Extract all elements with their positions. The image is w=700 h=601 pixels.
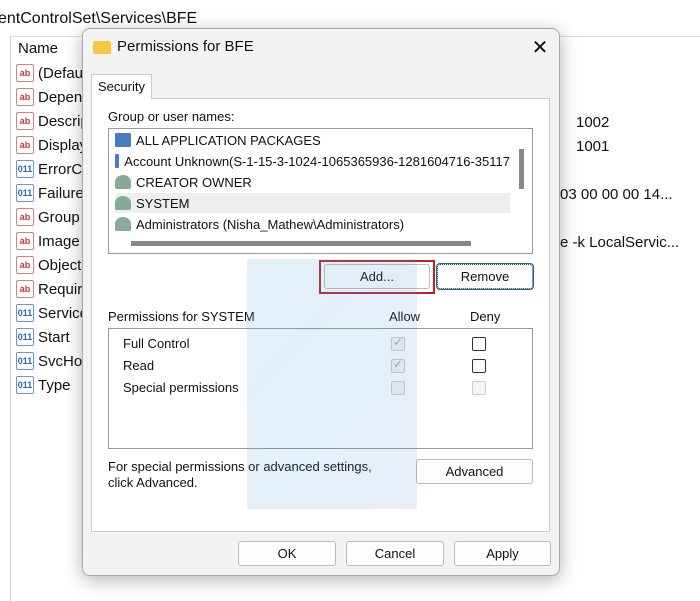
string-value-icon: ab <box>16 280 34 298</box>
user-list-item[interactable]: CREATOR OWNER <box>115 172 510 192</box>
vertical-scrollbar[interactable] <box>519 149 524 189</box>
tab-security[interactable]: Security <box>91 74 152 99</box>
app-package-icon <box>115 133 131 147</box>
registry-item[interactable]: ab Display <box>16 134 87 156</box>
registry-value: 1002 <box>576 114 610 131</box>
registry-item-name: Service <box>38 304 89 322</box>
registry-item[interactable]: ab Requir <box>16 278 82 300</box>
binary-value-icon: 011 <box>16 184 34 202</box>
user-list-item[interactable]: ALL APPLICATION PACKAGES <box>115 130 510 150</box>
permission-name: Full Control <box>123 336 190 351</box>
registry-value: 03 00 00 00 14... <box>560 186 673 203</box>
cancel-button[interactable]: Cancel <box>346 541 444 566</box>
group-label: Group or user names: <box>108 109 235 124</box>
permissions-list: Full Control Read Special permissions <box>108 328 533 449</box>
registry-item[interactable]: 011 SvcHos <box>16 350 90 372</box>
special-note: For special permissions or advanced sett… <box>108 459 372 474</box>
registry-value: 1001 <box>576 138 610 155</box>
app-package-icon <box>115 154 120 168</box>
registry-item[interactable]: ab Group <box>16 206 80 228</box>
string-value-icon: ab <box>16 64 34 82</box>
registry-item[interactable]: ab Descrip <box>16 110 89 132</box>
remove-button[interactable]: Remove <box>436 263 534 290</box>
registry-item[interactable]: 011 Service <box>16 302 88 324</box>
close-button[interactable]: ✕ <box>529 35 551 60</box>
advanced-button[interactable]: Advanced <box>416 459 533 484</box>
binary-value-icon: 011 <box>16 328 34 346</box>
user-name: CREATOR OWNER <box>136 174 252 190</box>
registry-item-name: Type <box>38 376 71 394</box>
string-value-icon: ab <box>16 232 34 250</box>
registry-item-name: Display <box>38 136 88 154</box>
folder-icon <box>93 41 111 54</box>
user-list[interactable]: ALL APPLICATION PACKAGES Account Unknown(… <box>108 128 533 254</box>
user-list-item[interactable]: Account Unknown(S-1-15-3-1024-1065365936… <box>115 151 510 171</box>
deny-checkbox[interactable] <box>472 381 486 395</box>
user-name: SYSTEM <box>136 195 190 211</box>
registry-item[interactable]: ab Depen <box>16 86 82 108</box>
registry-item[interactable]: 011 ErrorCo <box>16 158 91 180</box>
registry-item-name: Object <box>38 256 82 274</box>
user-name: ALL APPLICATION PACKAGES <box>136 132 321 148</box>
add-button[interactable]: Add... <box>324 264 430 289</box>
user-name: Administrators (Nisha_Mathew\Administrat… <box>136 216 405 232</box>
registry-item-name: Requir <box>38 280 83 298</box>
binary-value-icon: 011 <box>16 376 34 394</box>
registry-item-name: Depen <box>38 88 83 106</box>
registry-item-name: Group <box>38 208 80 226</box>
string-value-icon: ab <box>16 136 34 154</box>
registry-item-name: Failure <box>38 184 84 202</box>
registry-value: e -k LocalServic... <box>560 234 680 251</box>
dialog-title: Permissions for BFE <box>117 38 254 55</box>
ok-button[interactable]: OK <box>238 541 336 566</box>
registry-item-name: Start <box>38 328 70 346</box>
registry-item[interactable]: 011 Failure <box>16 182 84 204</box>
special-note: click Advanced. <box>108 475 198 490</box>
users-icon <box>115 217 131 231</box>
deny-checkbox[interactable] <box>472 337 486 351</box>
registry-item[interactable]: ab Object <box>16 254 81 276</box>
binary-value-icon: 011 <box>16 160 34 178</box>
deny-header: Deny <box>470 309 501 324</box>
deny-checkbox[interactable] <box>472 359 486 373</box>
registry-item-name: (Defau <box>38 64 84 82</box>
users-icon <box>115 196 131 210</box>
allow-checkbox[interactable] <box>391 381 405 395</box>
security-panel: Group or user names: ALL APPLICATION PAC… <box>91 98 550 532</box>
allow-header: Allow <box>389 309 421 324</box>
string-value-icon: ab <box>16 208 34 226</box>
name-column-header[interactable]: Name <box>18 40 58 57</box>
registry-path: entControlSet\Services\BFE <box>0 10 198 27</box>
users-icon <box>115 175 131 189</box>
string-value-icon: ab <box>16 256 34 274</box>
allow-checkbox[interactable] <box>391 335 405 351</box>
permissions-dialog: Permissions for BFE ✕ Security Group or … <box>82 28 560 576</box>
horizontal-scrollbar[interactable] <box>131 241 471 246</box>
registry-item-name: Image <box>38 232 80 250</box>
registry-item[interactable]: 011 Type <box>16 374 71 396</box>
binary-value-icon: 011 <box>16 304 34 322</box>
permissions-label: Permissions for SYSTEM <box>108 309 255 324</box>
string-value-icon: ab <box>16 88 34 106</box>
user-name: Account Unknown(S-1-15-3-1024-1065365936… <box>124 153 510 169</box>
apply-button[interactable]: Apply <box>454 541 551 566</box>
registry-item[interactable]: ab Image <box>16 230 80 252</box>
registry-item[interactable]: ab (Defau <box>16 62 83 84</box>
allow-checkbox[interactable] <box>391 357 405 373</box>
permission-name: Special permissions <box>123 380 239 395</box>
user-list-item[interactable]: Administrators (Nisha_Mathew\Administrat… <box>115 214 510 234</box>
permission-name: Read <box>123 358 155 373</box>
user-list-item[interactable]: SYSTEM <box>115 193 510 213</box>
binary-value-icon: 011 <box>16 352 34 370</box>
registry-item[interactable]: 011 Start <box>16 326 70 348</box>
string-value-icon: ab <box>16 112 34 130</box>
